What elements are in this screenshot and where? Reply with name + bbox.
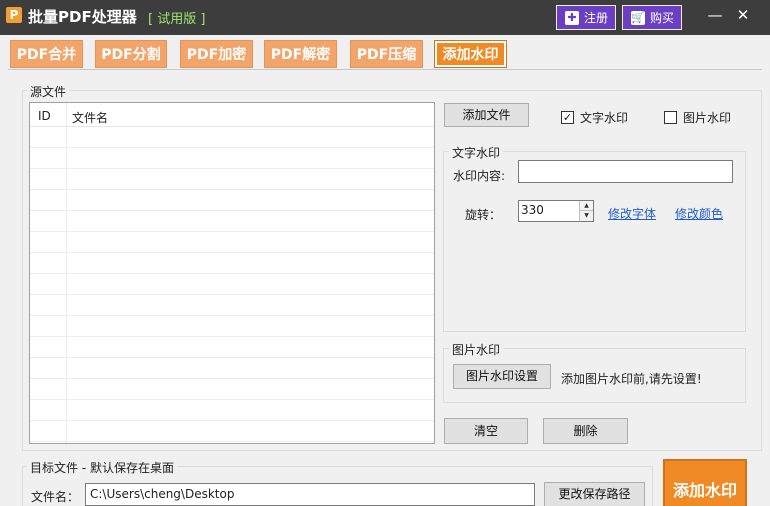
column-filename[interactable]: 文件名 <box>72 109 108 126</box>
cart-icon: 🛒 <box>631 10 645 25</box>
watermark-content-label: 水印内容: <box>453 169 506 183</box>
image-watermark-legend: 图片水印 <box>449 341 504 358</box>
column-id[interactable]: ID <box>38 109 51 123</box>
save-path-input[interactable]: C:\Users\cheng\Desktop <box>85 483 535 506</box>
table-row <box>30 274 434 295</box>
table-row <box>30 253 434 274</box>
rotation-value: 330 <box>521 203 544 217</box>
text-watermark-check-label: 文字水印 <box>580 111 629 125</box>
table-row <box>30 379 434 400</box>
text-watermark-legend: 文字水印 <box>449 144 504 161</box>
change-color-link[interactable]: 修改颜色 <box>675 205 723 222</box>
table-row <box>30 295 434 316</box>
plus-circle-icon: ✚ <box>565 10 579 25</box>
tab-add-watermark[interactable]: 添加水印 <box>434 40 507 68</box>
table-row <box>30 400 434 421</box>
buy-button[interactable]: 🛒 购买 <box>622 5 682 30</box>
watermark-content-input[interactable] <box>518 160 733 183</box>
table-row <box>30 358 434 379</box>
tab-pdf-encrypt[interactable]: PDF加密 <box>180 40 253 68</box>
table-row <box>30 148 434 169</box>
column-divider <box>66 103 67 443</box>
rotation-label: 旋转： <box>465 208 502 222</box>
table-row <box>30 211 434 232</box>
tab-pdf-split[interactable]: PDF分割 <box>95 40 167 68</box>
checkbox-checked-icon: ✓ <box>561 111 574 124</box>
table-row <box>30 127 434 148</box>
image-watermark-checkbox[interactable]: 图片水印 <box>664 109 731 126</box>
image-watermark-hint: 添加图片水印前,请先设置! <box>561 372 702 386</box>
add-file-button[interactable]: 添加文件 <box>444 103 529 127</box>
file-list-header: ID 文件名 <box>30 103 434 127</box>
tab-pdf-decrypt[interactable]: PDF解密 <box>264 40 337 68</box>
text-watermark-checkbox[interactable]: ✓ 文字水印 <box>561 109 628 126</box>
rotation-stepper[interactable]: 330 ▲ ▼ <box>518 200 594 222</box>
table-row <box>30 169 434 190</box>
file-list[interactable]: ID 文件名 <box>29 102 435 444</box>
table-row <box>30 421 434 442</box>
tab-divider <box>8 69 762 70</box>
source-files-legend: 源文件 <box>27 83 70 100</box>
register-label: 注册 <box>584 11 609 25</box>
tab-pdf-compress[interactable]: PDF压缩 <box>350 40 423 68</box>
image-watermark-settings-button[interactable]: 图片水印设置 <box>453 364 551 389</box>
change-save-path-button[interactable]: 更改保存路径 <box>544 482 645 506</box>
spin-up-icon[interactable]: ▲ <box>580 201 593 211</box>
table-row <box>30 316 434 337</box>
image-watermark-check-label: 图片水印 <box>683 111 732 125</box>
checkbox-unchecked-icon <box>664 111 677 124</box>
app-title: 批量PDF处理器 <box>28 8 137 26</box>
table-row <box>30 232 434 253</box>
delete-button[interactable]: 删除 <box>543 418 628 444</box>
register-button[interactable]: ✚ 注册 <box>556 5 616 30</box>
close-button[interactable]: ✕ <box>733 6 753 24</box>
buy-label: 购买 <box>650 11 675 25</box>
title-bar: P 批量PDF处理器 [ 试用版 ] ✚ 注册 🛒 购买 — ✕ <box>0 0 770 35</box>
tab-pdf-merge[interactable]: PDF合并 <box>10 40 83 68</box>
target-file-legend: 目标文件 - 默认保存在桌面 <box>27 459 177 476</box>
app-logo-icon: P <box>6 7 22 23</box>
change-font-link[interactable]: 修改字体 <box>608 205 656 222</box>
trial-badge: [ 试用版 ] <box>148 12 206 27</box>
minimize-button[interactable]: — <box>705 6 725 24</box>
table-row <box>30 337 434 358</box>
rotation-spin-buttons: ▲ ▼ <box>579 201 593 221</box>
filename-label: 文件名： <box>31 490 80 504</box>
table-row <box>30 190 434 211</box>
add-watermark-submit-button[interactable]: 添加水印 <box>663 459 747 506</box>
clear-button[interactable]: 清空 <box>444 418 528 444</box>
spin-down-icon[interactable]: ▼ <box>580 211 593 221</box>
